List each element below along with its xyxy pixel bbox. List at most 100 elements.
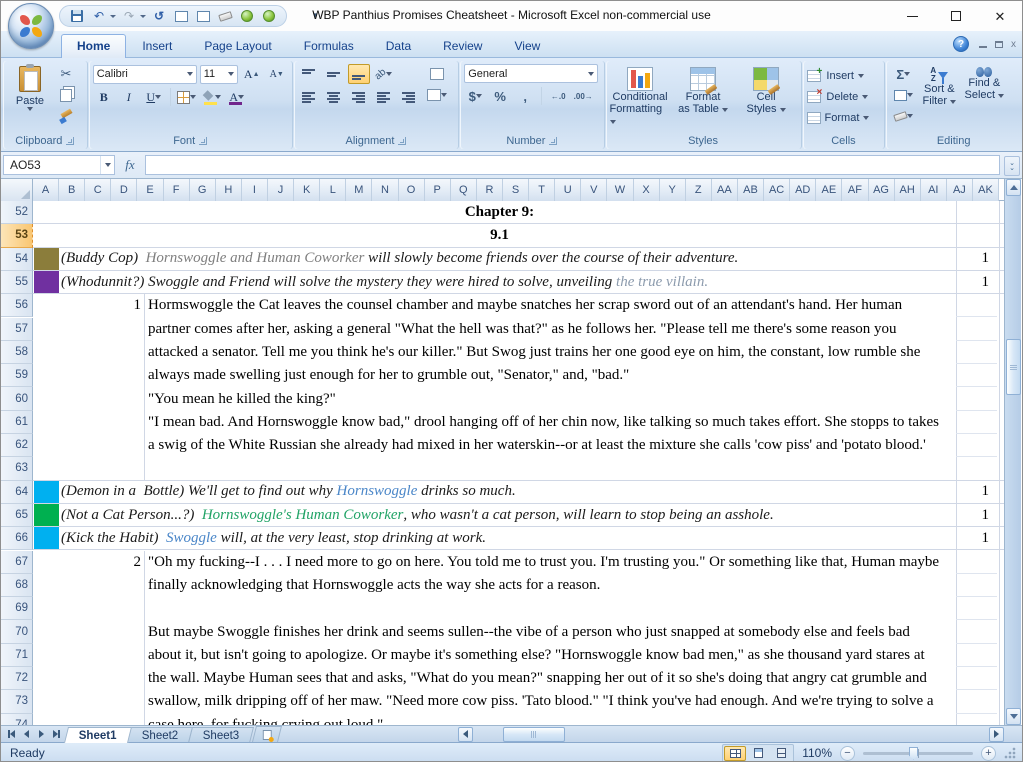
close-button[interactable]: ✕	[978, 1, 1022, 31]
column-header-AA[interactable]: AA	[712, 179, 738, 201]
row-header-67[interactable]: 67	[1, 551, 33, 574]
workbook-close-button[interactable]: x	[1011, 39, 1016, 50]
resize-grip[interactable]	[1004, 747, 1016, 759]
grid-row-53[interactable]: 9.1	[33, 224, 1005, 247]
sheet-tab-sheet1[interactable]: Sheet1	[64, 727, 132, 743]
column-header-F[interactable]: F	[164, 179, 190, 201]
scroll-down-button[interactable]	[1006, 708, 1021, 725]
expand-formula-bar-button[interactable]: ⌄⌄	[1004, 156, 1020, 176]
zoom-slider[interactable]	[863, 752, 973, 755]
tab-home[interactable]: Home	[61, 34, 126, 58]
decrease-indent-button[interactable]	[373, 87, 395, 107]
align-bottom-button[interactable]	[348, 64, 370, 84]
row-header-64[interactable]: 64	[1, 481, 33, 504]
grid-row-62[interactable]: a swig of the White Russian she already …	[33, 434, 1005, 457]
fill-button[interactable]	[892, 85, 914, 105]
column-header-C[interactable]: C	[85, 179, 111, 201]
grid-row-52[interactable]: Chapter 9:	[33, 201, 1005, 224]
grid-row-72[interactable]: the wall. Maybe Human sees that and asks…	[33, 667, 1005, 690]
grid-row-61[interactable]: "I mean bad. And Hornswoggle know bad," …	[33, 411, 1005, 434]
grow-font-button[interactable]: A▲	[241, 64, 263, 84]
column-header-D[interactable]: D	[111, 179, 137, 201]
prev-sheet-button[interactable]	[19, 727, 33, 741]
row-header-57[interactable]: 57	[1, 318, 33, 341]
tab-review[interactable]: Review	[427, 34, 498, 58]
align-center-button[interactable]	[323, 87, 345, 107]
first-sheet-button[interactable]	[4, 727, 18, 741]
font-color-button[interactable]: A	[226, 87, 248, 107]
column-header-L[interactable]: L	[320, 179, 346, 201]
row-header-68[interactable]: 68	[1, 574, 33, 597]
column-header-B[interactable]: B	[59, 179, 85, 201]
font-dialog-launcher[interactable]	[199, 137, 207, 145]
grid-row-63[interactable]	[33, 457, 1005, 480]
comma-style-button[interactable]: ,	[514, 86, 536, 106]
row-header-60[interactable]: 60	[1, 387, 33, 410]
grid-row-71[interactable]: about it, but isn't going to apologize. …	[33, 644, 1005, 667]
column-header-AG[interactable]: AG	[869, 179, 895, 201]
column-header-I[interactable]: I	[242, 179, 268, 201]
formula-input[interactable]	[145, 155, 1000, 175]
grid-row-59[interactable]: always made swelling just enough for her…	[33, 364, 1005, 387]
number-format-combo[interactable]: General	[464, 64, 598, 83]
column-header-AC[interactable]: AC	[764, 179, 790, 201]
font-size-combo[interactable]: 11	[200, 65, 238, 84]
sheet-tab-sheet2[interactable]: Sheet2	[127, 727, 193, 743]
sheet-tab-sheet3[interactable]: Sheet3	[188, 727, 254, 743]
scroll-left-button[interactable]	[458, 727, 473, 742]
zoom-in-button[interactable]: +	[981, 746, 996, 761]
row-header-56[interactable]: 56	[1, 294, 33, 317]
column-header-AI[interactable]: AI	[921, 179, 947, 201]
column-header-U[interactable]: U	[555, 179, 581, 201]
minimize-button[interactable]	[890, 1, 934, 31]
grid-row-67[interactable]: 2"Oh my fucking--I . . . I need more to …	[33, 551, 1005, 574]
cell-styles-button[interactable]: Cell Styles	[736, 64, 797, 115]
office-button[interactable]	[8, 3, 54, 49]
grid-row-56[interactable]: 1Hormswoggle the Cat leaves the counsel …	[33, 294, 1005, 317]
zoom-level[interactable]: 110%	[802, 746, 832, 760]
column-header-W[interactable]: W	[607, 179, 633, 201]
row-header-70[interactable]: 70	[1, 620, 33, 643]
font-family-combo[interactable]: Calibri	[93, 65, 197, 84]
column-header-A[interactable]: A	[33, 179, 59, 201]
next-sheet-button[interactable]	[34, 727, 48, 741]
row-header-74[interactable]: 74	[1, 714, 33, 725]
scroll-right-button[interactable]	[989, 727, 1004, 742]
grid-row-74[interactable]: case here, for fucking crying out loud."	[33, 714, 1005, 725]
insert-function-button[interactable]: fx	[115, 157, 145, 173]
bold-button[interactable]: B	[93, 87, 115, 107]
insert-cells-button[interactable]: +Insert	[807, 65, 864, 86]
align-top-button[interactable]	[298, 64, 320, 84]
format-painter-button[interactable]	[55, 106, 77, 126]
column-header-T[interactable]: T	[529, 179, 555, 201]
fill-color-button[interactable]	[201, 87, 223, 107]
decrease-decimal-button[interactable]: .00→	[572, 86, 594, 106]
column-header-K[interactable]: K	[294, 179, 320, 201]
increase-decimal-button[interactable]: ←.0	[547, 86, 569, 106]
row-header-69[interactable]: 69	[1, 597, 33, 620]
grid-row-66[interactable]: (Kick the Habit) Swoggle will, at the ve…	[33, 527, 1005, 550]
vertical-scroll-thumb[interactable]	[1006, 339, 1021, 395]
alignment-dialog-launcher[interactable]	[398, 137, 406, 145]
horizontal-scrollbar[interactable]	[288, 726, 1022, 743]
wrap-text-button[interactable]	[426, 64, 448, 84]
column-header-Y[interactable]: Y	[660, 179, 686, 201]
grid-row-64[interactable]: (Demon in a Bottle) We'll get to find ou…	[33, 481, 1005, 504]
horizontal-scroll-thumb[interactable]	[503, 727, 565, 742]
italic-button[interactable]: I	[118, 87, 140, 107]
grid-row-54[interactable]: (Buddy Cop) Hornswoggle and Human Cowork…	[33, 248, 1005, 271]
align-middle-button[interactable]	[323, 64, 345, 84]
column-header-AK[interactable]: AK	[973, 179, 999, 201]
orientation-button[interactable]: ab	[373, 64, 395, 84]
workbook-restore-button[interactable]	[995, 41, 1003, 48]
row-header-62[interactable]: 62	[1, 434, 33, 457]
column-header-AH[interactable]: AH	[895, 179, 921, 201]
scroll-up-button[interactable]	[1006, 179, 1021, 196]
tab-page-layout[interactable]: Page Layout	[188, 34, 287, 58]
column-header-H[interactable]: H	[216, 179, 242, 201]
column-header-O[interactable]: O	[399, 179, 425, 201]
align-left-button[interactable]	[298, 87, 320, 107]
grid-row-69[interactable]	[33, 597, 1005, 620]
column-header-AD[interactable]: AD	[790, 179, 816, 201]
workbook-minimize-button[interactable]	[979, 46, 987, 48]
